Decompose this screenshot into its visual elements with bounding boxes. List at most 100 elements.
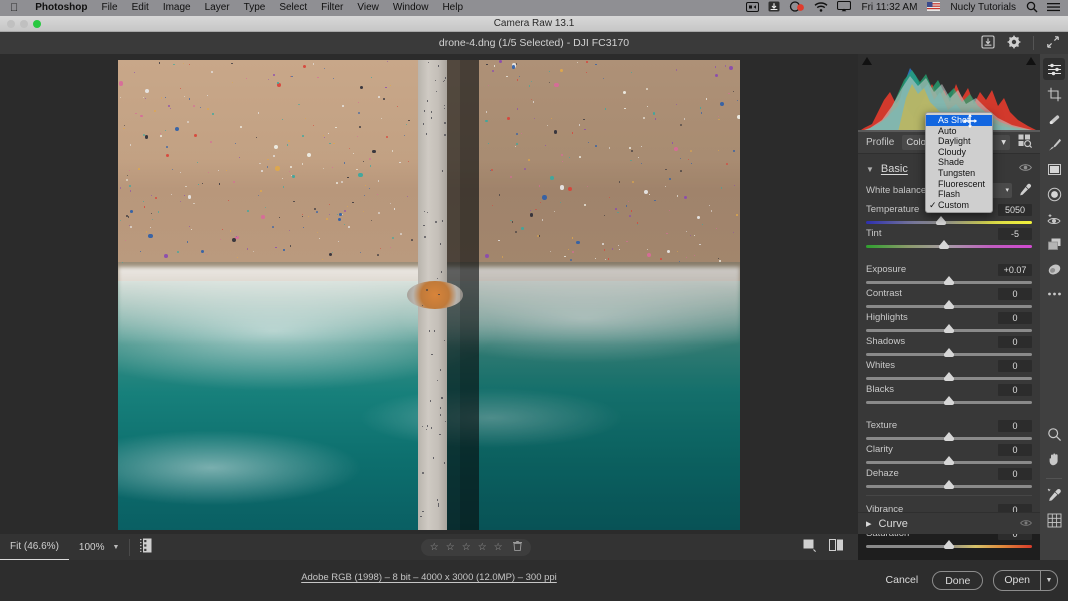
healing-brush-tool[interactable] [1043, 108, 1065, 130]
slider-track[interactable] [866, 240, 1032, 249]
slider-handle[interactable] [944, 372, 954, 381]
maximize-button[interactable] [33, 20, 41, 28]
rating-widget[interactable]: ☆ ☆ ☆ ☆ ☆ [420, 538, 531, 556]
graduated-filter-tool[interactable] [1043, 158, 1065, 180]
minimize-button[interactable] [20, 20, 28, 28]
rating-star[interactable]: ☆ [478, 542, 487, 553]
presets-tool[interactable] [1043, 233, 1065, 255]
rating-star[interactable]: ☆ [446, 542, 455, 553]
open-button-group[interactable]: Open ▼ [993, 570, 1058, 591]
snapshots-tool[interactable] [1043, 258, 1065, 280]
slider-track[interactable] [866, 216, 1032, 225]
menu-item-layer[interactable]: Layer [198, 0, 237, 16]
control-center-icon[interactable] [1047, 2, 1060, 15]
download-icon[interactable] [768, 1, 780, 15]
slider-exposure[interactable]: Exposure +0.07 [858, 260, 1040, 285]
slider-handle[interactable] [944, 456, 954, 465]
slider-value[interactable]: 0 [998, 383, 1032, 396]
wb-option-fluorescent[interactable]: Fluorescent [926, 179, 992, 190]
radial-filter-tool[interactable] [1043, 183, 1065, 205]
open-button[interactable]: Open [994, 571, 1040, 590]
battery-icon[interactable] [789, 1, 805, 15]
wb-option-daylight[interactable]: Daylight [926, 136, 992, 147]
apple-icon[interactable]:  [10, 2, 18, 14]
zoom-fit-button[interactable]: Fit (46.6%) [0, 534, 69, 560]
slider-texture[interactable]: Texture 0 [858, 416, 1040, 441]
us-flag-icon[interactable] [927, 2, 941, 14]
rating-star[interactable]: ☆ [462, 542, 471, 553]
single-view-icon[interactable] [803, 539, 817, 555]
slider-track[interactable] [866, 540, 1032, 549]
slider-handle[interactable] [939, 240, 950, 249]
red-eye-tool[interactable] [1043, 208, 1065, 230]
wb-option-as-shot[interactable]: As Shot [926, 115, 992, 126]
crop-tool[interactable] [1043, 83, 1065, 105]
zoom-percent-value[interactable]: 100% [69, 542, 109, 553]
slider-handle[interactable] [944, 480, 954, 489]
slider-value[interactable]: +0.07 [998, 263, 1032, 276]
wifi-icon[interactable] [814, 1, 828, 15]
zoom-tool[interactable] [1043, 423, 1065, 445]
slider-track[interactable] [866, 432, 1032, 441]
wb-option-tungsten[interactable]: Tungsten [926, 168, 992, 179]
slider-value[interactable]: 0 [998, 467, 1032, 480]
slider-handle[interactable] [944, 540, 954, 549]
eyedropper-icon[interactable] [1018, 183, 1032, 197]
compare-view-icon[interactable] [829, 539, 844, 555]
wb-option-custom[interactable]: ✓ Custom [926, 200, 992, 211]
image-canvas[interactable] [0, 54, 858, 534]
preview-image[interactable] [118, 60, 740, 530]
more-tool[interactable] [1043, 283, 1065, 305]
slider-handle[interactable] [944, 348, 954, 357]
image-info-label[interactable]: Adobe RGB (1998) – 8 bit – 4000 x 3000 (… [0, 572, 858, 583]
slider-blacks[interactable]: Blacks 0 [858, 380, 1040, 405]
search-icon[interactable] [1026, 1, 1038, 16]
slider-shadows[interactable]: Shadows 0 [858, 332, 1040, 357]
slider-whites[interactable]: Whites 0 [858, 356, 1040, 381]
done-button[interactable]: Done [932, 571, 984, 590]
slider-value[interactable]: 5050 [998, 203, 1032, 216]
airplay-icon[interactable] [837, 0, 852, 15]
wb-option-shade[interactable]: Shade [926, 157, 992, 168]
grid-overlay-tool[interactable] [1043, 509, 1065, 531]
slider-value[interactable]: 0 [998, 335, 1032, 348]
fullscreen-icon[interactable] [1046, 35, 1060, 52]
slider-handle[interactable] [944, 324, 954, 333]
slider-clarity[interactable]: Clarity 0 [858, 440, 1040, 465]
slider-value[interactable]: 0 [998, 311, 1032, 324]
menu-item-view[interactable]: View [350, 0, 386, 16]
hand-tool[interactable] [1043, 448, 1065, 470]
slider-track[interactable] [866, 480, 1032, 489]
slider-contrast[interactable]: Contrast 0 [858, 284, 1040, 309]
slider-track[interactable] [866, 300, 1032, 309]
wb-option-cloudy[interactable]: Cloudy [926, 147, 992, 158]
slider-value[interactable]: 0 [998, 443, 1032, 456]
wb-option-auto[interactable]: Auto [926, 126, 992, 137]
slider-value[interactable]: 0 [998, 287, 1032, 300]
menu-item-help[interactable]: Help [435, 0, 470, 16]
slider-highlights[interactable]: Highlights 0 [858, 308, 1040, 333]
slider-handle[interactable] [944, 432, 954, 441]
chevron-down-icon[interactable]: ▼ [1040, 571, 1057, 590]
slider-track[interactable] [866, 324, 1032, 333]
menu-item-type[interactable]: Type [237, 0, 273, 16]
eye-icon[interactable] [1020, 518, 1032, 530]
rating-star[interactable]: ☆ [494, 542, 503, 553]
menu-item-edit[interactable]: Edit [125, 0, 156, 16]
slider-handle[interactable] [944, 300, 954, 309]
cancel-button[interactable]: Cancel [882, 571, 923, 590]
eye-icon[interactable] [1019, 163, 1032, 175]
slider-value[interactable]: 0 [998, 419, 1032, 432]
slider-tint[interactable]: Tint -5 [858, 224, 1040, 249]
filmstrip-icon[interactable] [130, 538, 162, 556]
slider-dehaze[interactable]: Dehaze 0 [858, 464, 1040, 489]
adjustment-brush-tool[interactable] [1043, 133, 1065, 155]
profile-browser-icon[interactable] [1018, 134, 1033, 151]
slider-track[interactable] [866, 456, 1032, 465]
screen-record-icon[interactable] [746, 1, 760, 15]
menu-item-photoshop[interactable]: Photoshop [28, 0, 94, 16]
slider-value[interactable]: 0 [998, 359, 1032, 372]
menubar-user[interactable]: Nucly Tutorials [949, 0, 1017, 16]
slider-handle[interactable] [944, 396, 954, 405]
menu-item-window[interactable]: Window [386, 0, 436, 16]
